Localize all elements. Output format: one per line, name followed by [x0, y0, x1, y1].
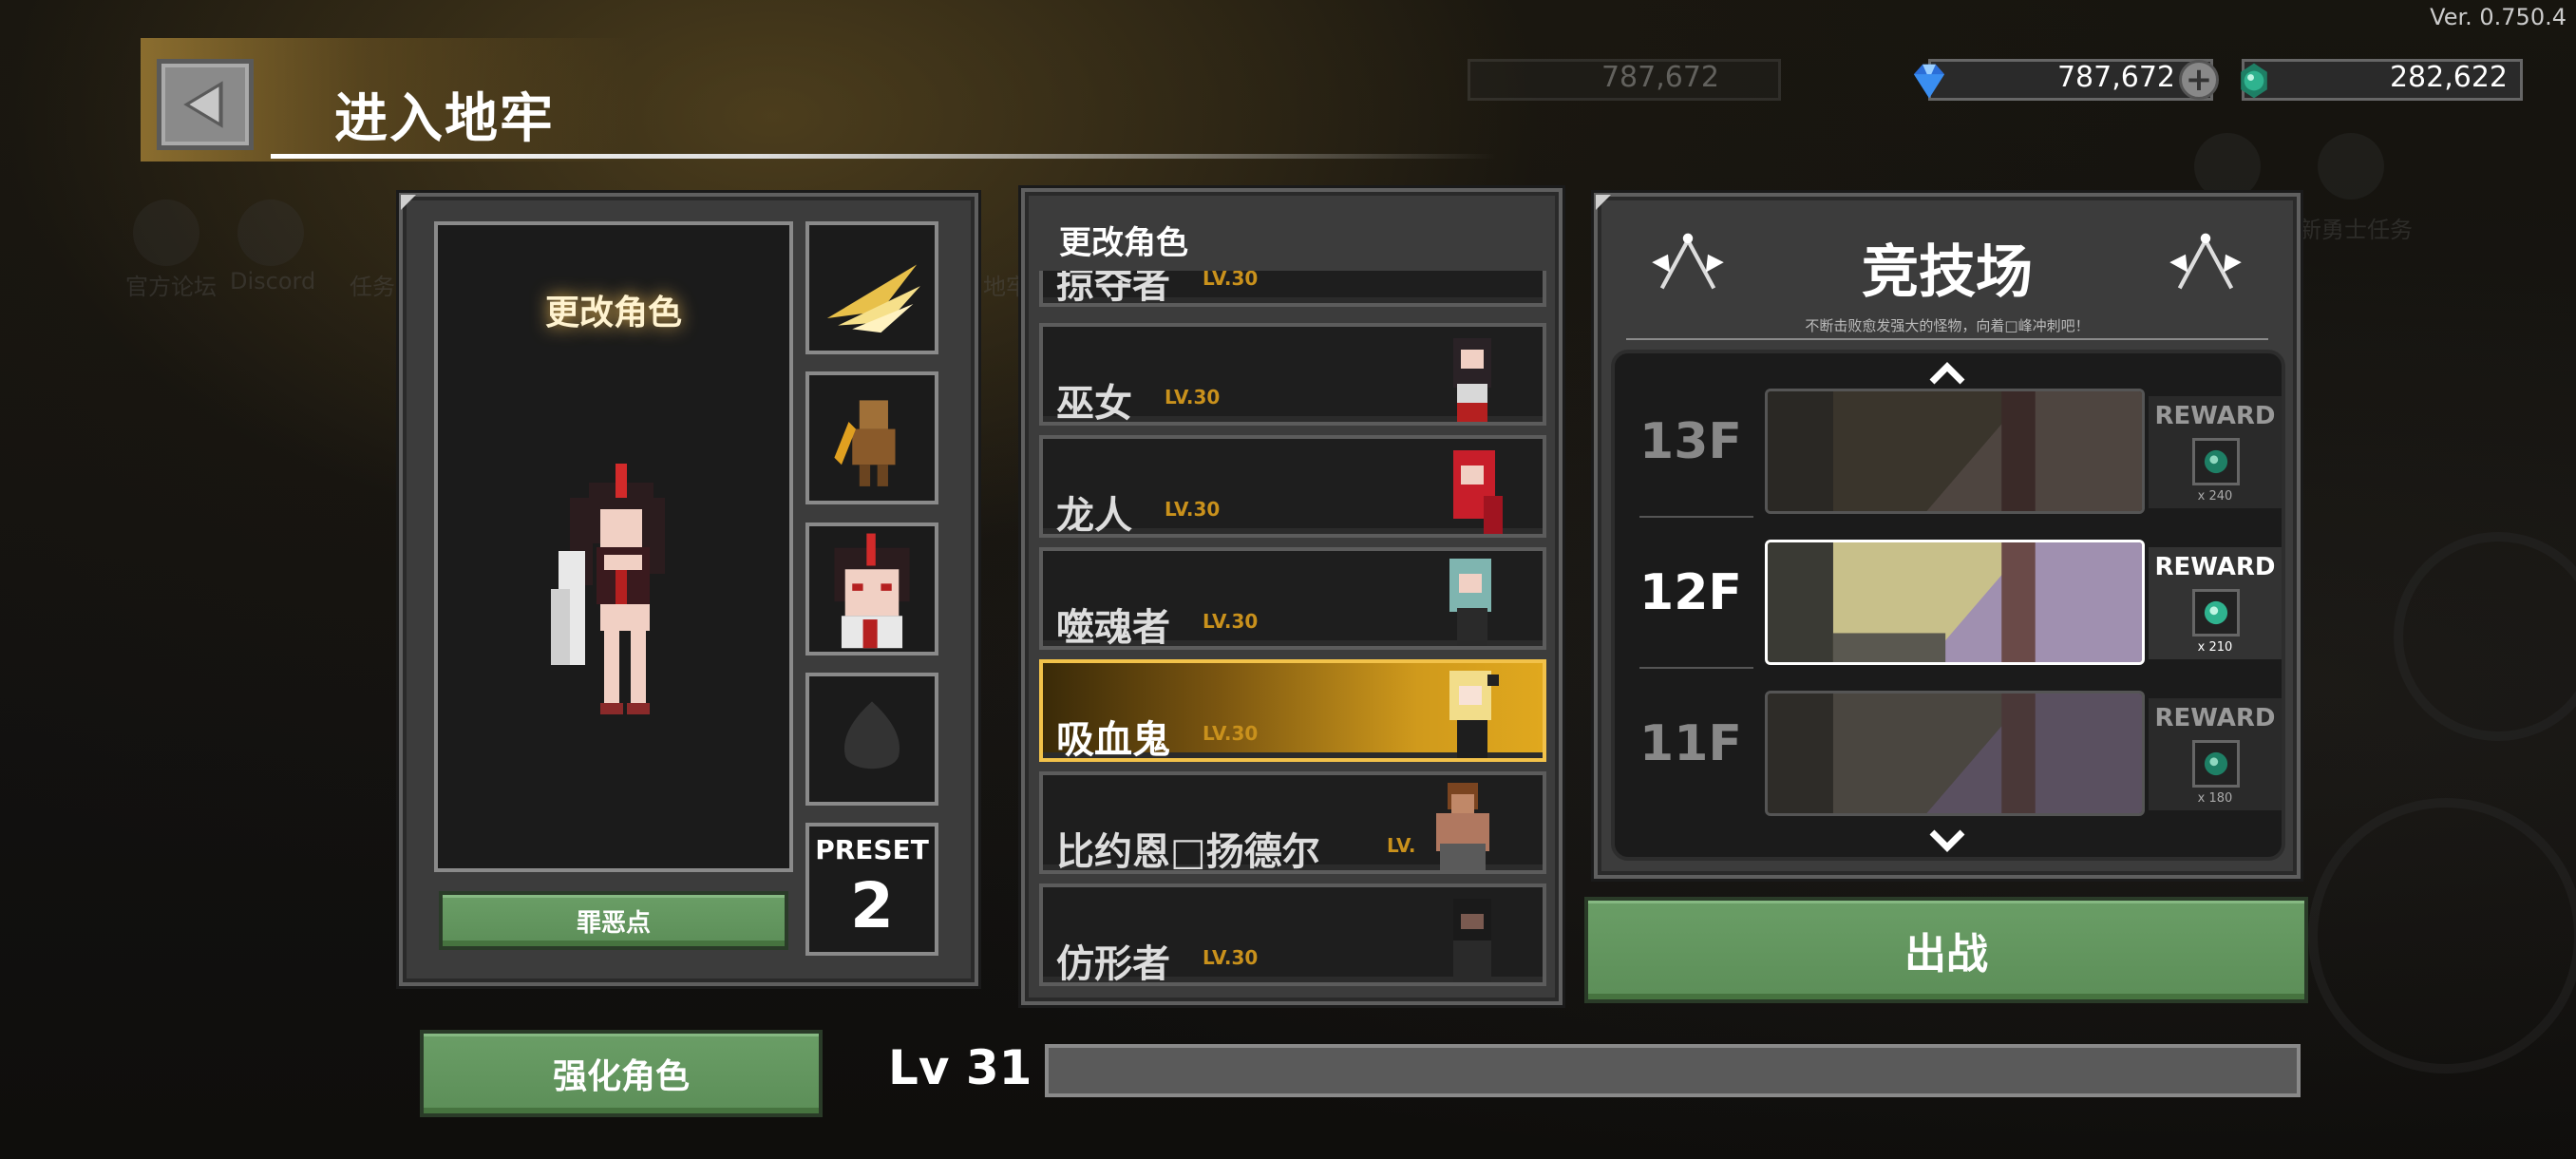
- change-character-title: 更改角色: [544, 294, 682, 332]
- floor-label: 12F: [1639, 564, 1742, 621]
- character-row-bjorn[interactable]: 比约恩□扬德尔 LV.: [1039, 771, 1546, 874]
- gem-value: 787,672: [2056, 61, 2175, 94]
- character-level: LV.30: [1203, 271, 1259, 290]
- sin-points-label: 罪恶点: [576, 908, 651, 938]
- character-name: 噬魂者: [1056, 606, 1170, 650]
- weapon-slot[interactable]: [805, 221, 938, 354]
- mimic-sprite: [1453, 899, 1491, 982]
- reward-quantity: x 240: [2197, 489, 2233, 504]
- arena-subtitle: 不断击败愈发强大的怪物，向着□峰冲刺吧！: [1805, 317, 2090, 334]
- reward-box: REWARD x 210: [2149, 547, 2282, 659]
- bg-discord-label: Discord: [230, 268, 316, 294]
- character-row-mimic[interactable]: 仿形者 LV.30: [1039, 884, 1546, 986]
- crystal-value: 282,622: [2389, 61, 2508, 94]
- reward-label: REWARD: [2154, 553, 2276, 581]
- character-level: LV.30: [1203, 722, 1259, 745]
- shrine-maiden-sprite: [1453, 338, 1491, 422]
- dragonkin-sprite: [1453, 450, 1503, 534]
- floor-13f[interactable]: 13F REWARD x 240: [1620, 385, 2282, 518]
- crystal-reward-icon: [2192, 438, 2240, 485]
- floor-separator: [1639, 667, 1753, 669]
- soul-eater-sprite: [1449, 559, 1491, 646]
- empty-egg-slot-icon: [843, 701, 900, 770]
- character-level: LV.30: [1165, 498, 1221, 521]
- character-row-vampire[interactable]: 吸血鬼 LV.30: [1039, 659, 1546, 762]
- hero-ghost-icon: [2318, 133, 2384, 200]
- character-list: 掠夺者 LV.30 巫女 LV.30 龙人 LV.30 噬魂者 LV.30 吸血…: [1035, 271, 1548, 988]
- experience-bar: [1045, 1044, 2301, 1097]
- character-row-soul-eater[interactable]: 噬魂者 LV.30: [1039, 547, 1546, 650]
- character-name: 巫女: [1056, 382, 1132, 426]
- forum-ghost-icon: [133, 200, 199, 266]
- discord-ghost-icon: [237, 200, 304, 266]
- go-battle-button[interactable]: 出战: [1584, 897, 2308, 1003]
- sin-points-button[interactable]: 罪恶点: [439, 891, 788, 950]
- character-list-title: 更改角色: [1059, 224, 1188, 262]
- ghost-gem-value: 787,672: [1601, 61, 1719, 94]
- scarecrow-icon: [834, 400, 896, 486]
- preset-label: PRESET: [815, 834, 929, 865]
- title-underline: [271, 154, 1496, 159]
- weapon-slash-icon: [826, 264, 920, 333]
- empty-slot[interactable]: [805, 673, 938, 806]
- back-button[interactable]: [157, 59, 254, 150]
- character-name: 龙人: [1056, 494, 1132, 538]
- preset-number: 2: [850, 869, 894, 942]
- floor-label: 13F: [1639, 413, 1742, 470]
- character-level: LV.: [1387, 834, 1416, 857]
- crystal-reward-icon: [2192, 740, 2240, 788]
- reward-label: REWARD: [2154, 704, 2276, 732]
- character-level: LV.30: [1165, 386, 1221, 408]
- gem-icon: [1913, 64, 1945, 99]
- level-label: Lv 31: [888, 1040, 1032, 1095]
- bg-task-label: 任务: [350, 274, 395, 300]
- character-name: 仿形者: [1056, 942, 1170, 986]
- add-gems-button[interactable]: +: [2179, 60, 2219, 100]
- upgrade-character-label: 强化角色: [552, 1057, 690, 1096]
- character-name: 吸血鬼: [1056, 718, 1170, 762]
- floor-11f[interactable]: 11F REWARD x 180: [1620, 687, 2282, 820]
- character-level: LV.30: [1203, 946, 1259, 969]
- floor-preview-image: [1765, 540, 2145, 665]
- task-ghost-icon: [2194, 133, 2261, 200]
- reward-label: REWARD: [2154, 402, 2276, 430]
- floor-12f[interactable]: 12F REWARD x 210: [1620, 536, 2282, 669]
- floor-preview-image: [1765, 691, 2145, 816]
- companion-slot[interactable]: [805, 371, 938, 504]
- version-label: Ver. 0.750.4: [2430, 4, 2567, 30]
- bg-new-hero-task-label: 新勇士任务: [2299, 217, 2413, 243]
- go-battle-label: 出战: [1904, 930, 1988, 978]
- character-row-plunderer[interactable]: 掠夺者 LV.30: [1039, 271, 1546, 307]
- reward-quantity: x 210: [2197, 640, 2233, 655]
- arena-title: 竞技场: [1862, 239, 2033, 306]
- bjorn-sprite: [1436, 783, 1489, 870]
- reward-quantity: x 180: [2197, 791, 2233, 806]
- vampire-sprite: [1449, 671, 1499, 758]
- plus-icon: +: [2185, 61, 2213, 99]
- arena-divider: [1626, 338, 2268, 340]
- reward-box: REWARD x 240: [2149, 396, 2282, 508]
- vampire-character-sprite: [551, 464, 665, 714]
- character-level: LV.30: [1203, 610, 1259, 633]
- scroll-down-button[interactable]: [1923, 823, 1972, 861]
- character-row-shrine-maiden[interactable]: 巫女 LV.30: [1039, 323, 1546, 426]
- character-name: 比约恩□扬德尔: [1056, 830, 1320, 874]
- floor-label: 11F: [1639, 715, 1742, 772]
- crystal-reward-icon: [2192, 589, 2240, 636]
- page-title: 进入地牢: [334, 88, 555, 150]
- back-arrow-icon: [183, 81, 223, 128]
- bg-joystick-ring: [2308, 798, 2576, 1074]
- character-name: 掠夺者: [1056, 271, 1170, 307]
- crystal-icon: [2241, 63, 2267, 99]
- upgrade-character-button[interactable]: 强化角色: [420, 1030, 823, 1117]
- portrait-icon: [834, 533, 910, 649]
- reward-box: REWARD x 180: [2149, 698, 2282, 810]
- floor-separator: [1639, 516, 1753, 518]
- portrait-slot[interactable]: [805, 522, 938, 656]
- floor-preview-image: [1765, 389, 2145, 514]
- bg-forum-label: 官方论坛: [125, 274, 217, 300]
- character-row-dragonkin[interactable]: 龙人 LV.30: [1039, 435, 1546, 538]
